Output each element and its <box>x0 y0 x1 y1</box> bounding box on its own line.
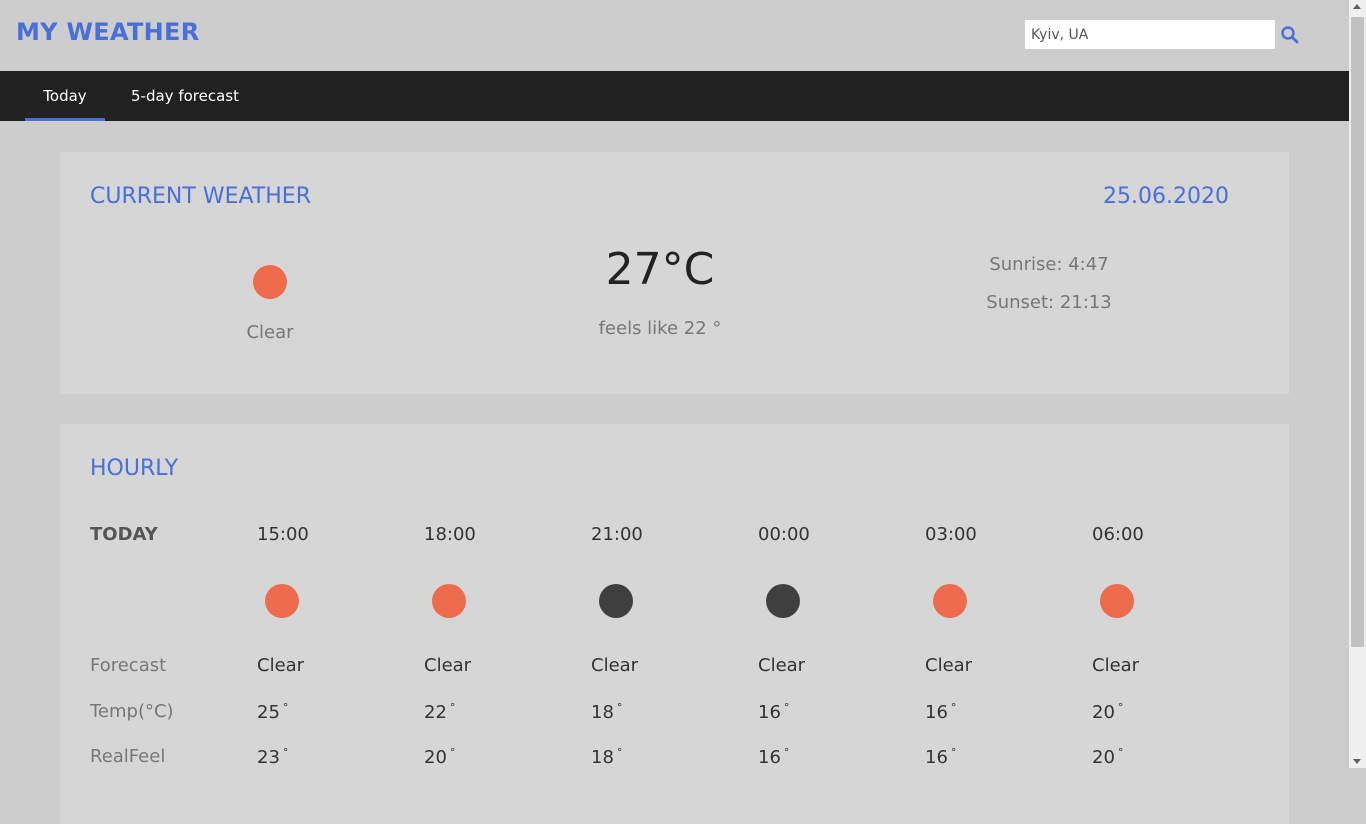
hour-realfeel: 18 ° <box>591 746 622 768</box>
sunset-time: Sunset: 21:13 <box>986 292 1112 313</box>
hourly-card: HOURLY TODAY Forecast Temp(°C) RealFeel … <box>60 424 1289 824</box>
current-date: 25.06.2020 <box>1103 184 1229 209</box>
hour-realfeel-value: 20 <box>1092 747 1115 768</box>
temp-row-label: Temp(°C) <box>90 701 174 722</box>
hour-forecast: Clear <box>424 655 472 676</box>
hour-forecast: Clear <box>1092 655 1140 676</box>
hour-temp: 25 ° <box>257 701 288 723</box>
forecast-row-label: Forecast <box>90 655 167 676</box>
sun-icon <box>933 584 967 618</box>
hour-temp-value: 22 <box>424 702 447 723</box>
hour-temp: 20 ° <box>1092 701 1123 723</box>
scroll-up-arrow-icon[interactable] <box>1353 4 1361 9</box>
degree-symbol: ° <box>449 746 456 759</box>
hour-time: 21:00 <box>591 524 643 545</box>
hour-time: 18:00 <box>424 524 476 545</box>
degree-symbol: ° <box>616 746 623 759</box>
sun-icon <box>253 265 287 299</box>
hour-realfeel-value: 18 <box>591 747 614 768</box>
hour-realfeel: 20 ° <box>1092 746 1123 768</box>
degree-symbol: ° <box>783 746 790 759</box>
degree-symbol: ° <box>783 701 790 714</box>
scroll-thumb[interactable] <box>1351 17 1364 647</box>
search-button[interactable] <box>1280 25 1300 45</box>
hour-temp-value: 20 <box>1092 702 1115 723</box>
current-description: Clear <box>246 322 294 343</box>
hour-realfeel-value: 16 <box>925 747 948 768</box>
degree-symbol: ° <box>1117 701 1124 714</box>
hour-realfeel-value: 16 <box>758 747 781 768</box>
degree-symbol: ° <box>1117 746 1124 759</box>
hour-temp-value: 18 <box>591 702 614 723</box>
current-weather-card: CURRENT WEATHER 25.06.2020 Clear 27°C fe… <box>60 152 1289 394</box>
hour-realfeel-value: 23 <box>257 747 280 768</box>
page-scrollbar[interactable] <box>1349 0 1366 768</box>
hour-realfeel: 16 ° <box>758 746 789 768</box>
hour-temp: 16 ° <box>925 701 956 723</box>
sun-icon <box>265 584 299 618</box>
hour-realfeel-value: 20 <box>424 747 447 768</box>
hour-time: 03:00 <box>925 524 977 545</box>
header: MY WEATHER <box>0 0 1349 71</box>
hour-realfeel: 23 ° <box>257 746 288 768</box>
tab-5-day-forecast[interactable]: 5-day forecast <box>125 71 245 121</box>
degree-symbol: ° <box>282 746 289 759</box>
hour-temp-value: 25 <box>257 702 280 723</box>
degree-symbol: ° <box>449 701 456 714</box>
search-input[interactable] <box>1025 20 1275 49</box>
hour-realfeel: 16 ° <box>925 746 956 768</box>
moon-icon <box>766 584 800 618</box>
hour-temp: 18 ° <box>591 701 622 723</box>
search-icon[interactable] <box>1280 25 1300 45</box>
hour-time: 00:00 <box>758 524 810 545</box>
nav-tabs: Today 5-day forecast <box>0 71 1349 121</box>
degree-symbol: ° <box>950 746 957 759</box>
hour-time: 15:00 <box>257 524 309 545</box>
hour-realfeel: 20 ° <box>424 746 455 768</box>
hour-forecast: Clear <box>591 655 639 676</box>
degree-symbol: ° <box>616 701 623 714</box>
tab-today[interactable]: Today <box>25 71 105 121</box>
day-label: TODAY <box>90 524 158 545</box>
hour-forecast: Clear <box>925 655 973 676</box>
current-weather-title: CURRENT WEATHER <box>90 184 311 209</box>
scroll-down-arrow-icon[interactable] <box>1353 759 1361 764</box>
hour-temp-value: 16 <box>925 702 948 723</box>
hourly-title: HOURLY <box>90 456 179 481</box>
hour-forecast: Clear <box>758 655 806 676</box>
sun-icon <box>1100 584 1134 618</box>
current-temperature: 27°C <box>605 244 715 295</box>
degree-symbol: ° <box>282 701 289 714</box>
hour-forecast: Clear <box>257 655 305 676</box>
degree-symbol: ° <box>950 701 957 714</box>
app-title: MY WEATHER <box>16 18 200 46</box>
hour-temp: 16 ° <box>758 701 789 723</box>
moon-icon <box>599 584 633 618</box>
realfeel-row-label: RealFeel <box>90 746 166 767</box>
feels-like: feels like 22 ° <box>598 318 722 339</box>
hour-time: 06:00 <box>1092 524 1144 545</box>
sun-icon <box>432 584 466 618</box>
hour-temp: 22 ° <box>424 701 455 723</box>
hour-temp-value: 16 <box>758 702 781 723</box>
sunrise-time: Sunrise: 4:47 <box>989 254 1109 275</box>
